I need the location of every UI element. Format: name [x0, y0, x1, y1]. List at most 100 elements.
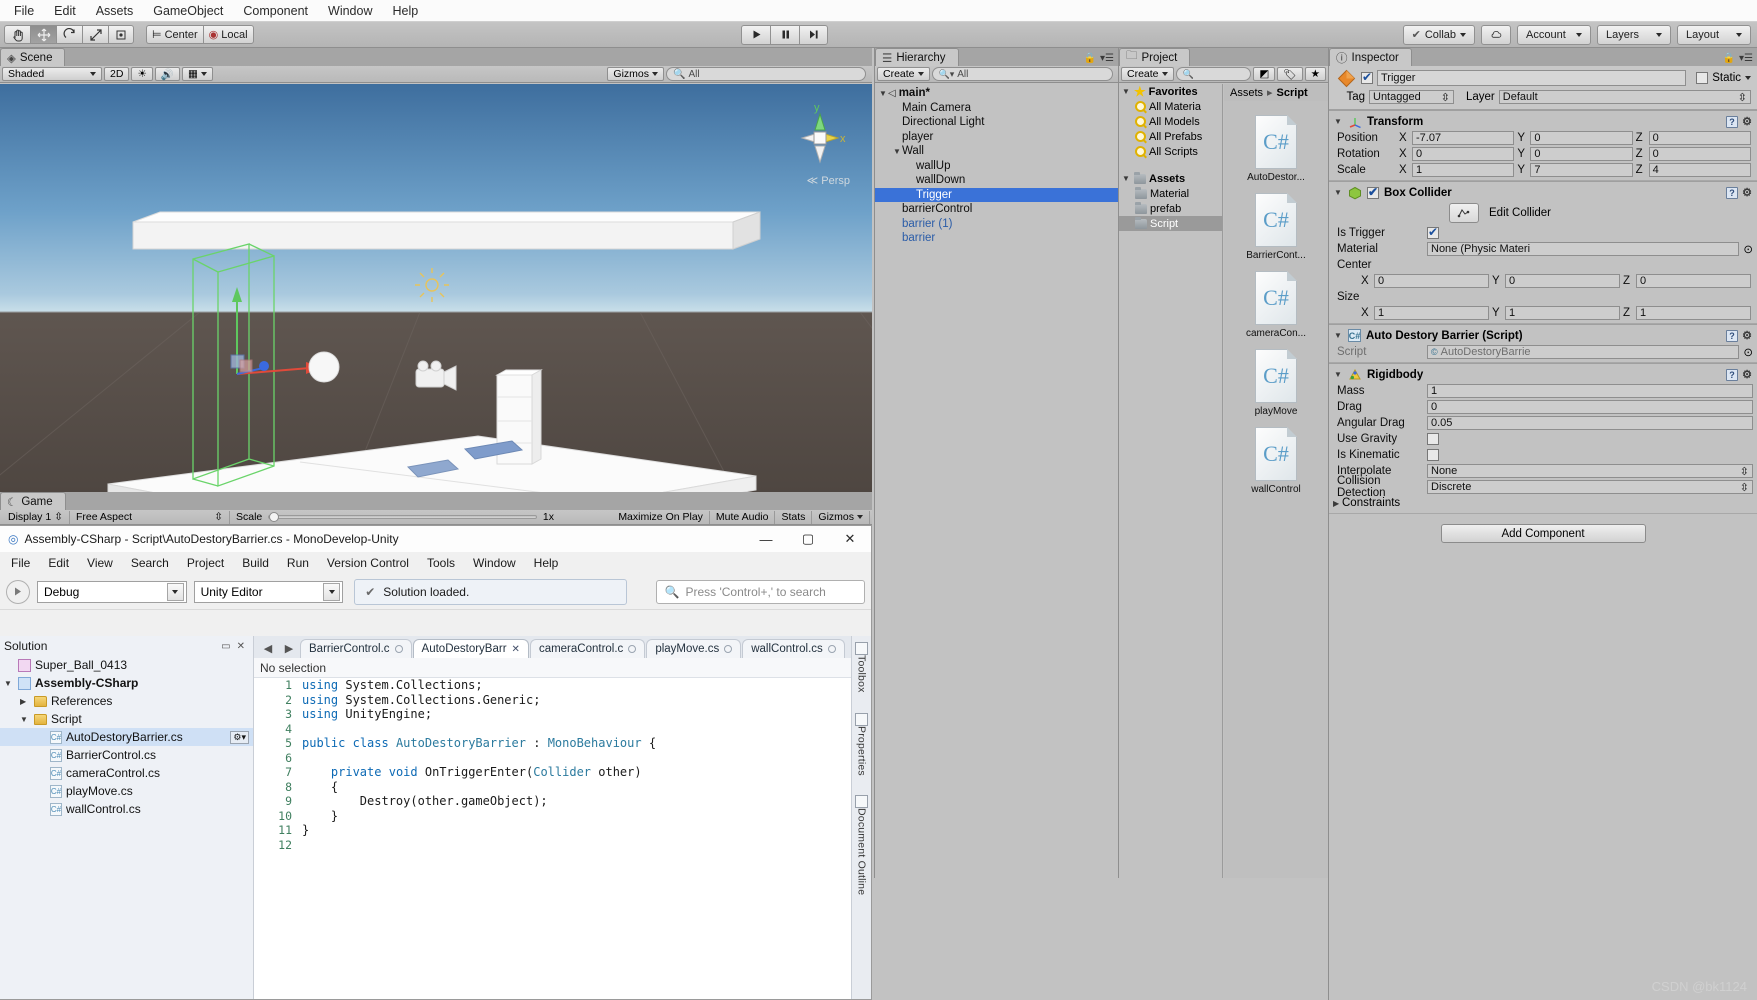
help-icon[interactable]: ?	[1726, 329, 1738, 342]
static-checkbox[interactable]	[1696, 72, 1709, 84]
interpolate-dropdown[interactable]: None ⇳	[1427, 464, 1753, 478]
hierarchy-item-wall[interactable]: ▼ Wall	[875, 144, 1118, 159]
gear-icon[interactable]: ⚙	[1741, 116, 1753, 128]
configuration-dropdown[interactable]: Debug	[36, 580, 187, 603]
hierarchy-options-icon[interactable]: ▾☰	[1100, 53, 1118, 66]
chevron-down-icon[interactable]: ▼	[1334, 188, 1343, 197]
help-icon[interactable]: ?	[1726, 115, 1738, 128]
document-outline-pad-button[interactable]: Document Outline	[855, 793, 868, 896]
project-tree-item-all-models[interactable]: All Models	[1119, 114, 1222, 129]
menu-item-window[interactable]: Window	[318, 0, 382, 22]
constraints-row[interactable]: ▶ Constraints	[1329, 495, 1757, 511]
size-x-field[interactable]: 1	[1374, 306, 1489, 320]
display-dropdown[interactable]: Display 1 ⇳	[2, 510, 70, 524]
asset-item[interactable]: C# AutoDestor...	[1224, 115, 1328, 183]
menu-item-view[interactable]: View	[78, 552, 122, 574]
shading-mode-dropdown[interactable]: Shaded	[2, 67, 102, 81]
chevron-down-icon[interactable]: ▼	[1122, 174, 1131, 183]
edit-collider-button[interactable]	[1449, 203, 1479, 223]
menu-item-window[interactable]: Window	[464, 552, 525, 574]
editor-tab-barriercontrol-c[interactable]: BarrierControl.c	[300, 639, 412, 658]
gear-icon[interactable]: ⚙	[1741, 330, 1753, 342]
menu-item-help[interactable]: Help	[525, 552, 568, 574]
scene-search-input[interactable]: 🔍 All	[666, 67, 866, 81]
lighting-toggle-button[interactable]: ☀	[131, 67, 153, 81]
properties-pad-button[interactable]: Properties	[855, 711, 868, 775]
transform-rotation-z-field[interactable]: 0	[1648, 147, 1751, 161]
solution-item-playmove-cs[interactable]: C# playMove.cs	[0, 782, 253, 800]
game-gizmos-dropdown[interactable]: Gizmos	[812, 510, 870, 524]
solution-item-script[interactable]: ▼ Script	[0, 710, 253, 728]
play-button[interactable]	[741, 24, 770, 45]
move-tool-button[interactable]	[30, 25, 56, 44]
project-tree-item-favorites[interactable]: ▼ ★ Favorites	[1119, 84, 1222, 99]
menu-item-gameobject[interactable]: GameObject	[143, 0, 233, 22]
scale-slider-track[interactable]	[268, 512, 537, 522]
material-object-field[interactable]: None (Physic Materi	[1427, 242, 1739, 256]
pause-button[interactable]	[770, 24, 799, 45]
tab-scroll-right-button[interactable]: ▶	[279, 638, 299, 658]
filter-by-label-button[interactable]: 🏷	[1277, 67, 1303, 81]
hierarchy-item-main-camera[interactable]: Main Camera	[875, 101, 1118, 116]
hierarchy-item-directional-light[interactable]: Directional Light	[875, 115, 1118, 130]
tag-dropdown[interactable]: Untagged ⇳	[1369, 90, 1454, 104]
hierarchy-item-barriercontrol[interactable]: barrierControl	[875, 202, 1118, 217]
asset-item[interactable]: C# BarrierCont...	[1224, 193, 1328, 261]
is-trigger-checkbox[interactable]	[1427, 225, 1439, 239]
account-button[interactable]: Account	[1517, 24, 1591, 45]
tab-scroll-left-button[interactable]: ◀	[258, 638, 278, 658]
box-collider-header[interactable]: ▼ Box Collider ? ⚙	[1329, 184, 1757, 201]
transform-header[interactable]: ▼ Transform ? ⚙	[1329, 113, 1757, 130]
project-tree-item-all-materia[interactable]: All Materia	[1119, 99, 1222, 114]
hand-tool-button[interactable]	[4, 25, 30, 44]
monodevelop-title-bar[interactable]: ◎ Assembly-CSharp - Script\AutoDestoryBa…	[0, 526, 871, 552]
menu-item-edit[interactable]: Edit	[39, 552, 78, 574]
chevron-down-icon[interactable]: ▼	[20, 715, 30, 724]
add-component-button[interactable]: Add Component	[1440, 524, 1646, 543]
scale-slider-group[interactable]: Scale 1x	[230, 511, 560, 524]
object-enabled-checkbox[interactable]	[1361, 70, 1373, 84]
box-collider-enabled-checkbox[interactable]	[1367, 185, 1379, 199]
hierarchy-item-trigger[interactable]: Trigger	[875, 187, 1118, 202]
editor-tab-autodestorybarr[interactable]: AutoDestoryBarr ✕	[412, 639, 529, 658]
hierarchy-item-wallup[interactable]: wallUp	[875, 159, 1118, 174]
toolbox-pad-button[interactable]: Toolbox	[855, 640, 868, 693]
hierarchy-search-input[interactable]: 🔍▾ All	[931, 67, 1113, 81]
asset-item[interactable]: C# cameraCon...	[1224, 271, 1328, 339]
hierarchy-item-player[interactable]: player	[875, 130, 1118, 145]
menu-item-file[interactable]: File	[4, 0, 44, 22]
asset-item[interactable]: C# wallControl	[1224, 427, 1328, 495]
help-icon[interactable]: ?	[1726, 186, 1738, 199]
rect-tool-button[interactable]	[108, 25, 134, 44]
collab-button[interactable]: ✔ Collab	[1402, 24, 1475, 45]
menu-item-build[interactable]: Build	[233, 552, 278, 574]
pivot-mode-button[interactable]: ⊨ Center	[146, 25, 203, 44]
breadcrumb-assets[interactable]: Assets	[1230, 87, 1263, 99]
pad-close-icon[interactable]: ✕	[237, 641, 249, 652]
tab-inspector[interactable]: ⓘ Inspector	[1329, 48, 1412, 66]
help-icon[interactable]: ?	[1726, 368, 1738, 381]
maximize-on-play-toggle[interactable]: Maximize On Play	[612, 510, 710, 524]
monodevelop-search-input[interactable]: 🔍 Press 'Control+,' to search	[655, 579, 865, 604]
menu-item-help[interactable]: Help	[382, 0, 428, 22]
menu-item-edit[interactable]: Edit	[44, 0, 86, 22]
project-tree-item-all-scripts[interactable]: All Scripts	[1119, 144, 1222, 159]
editor-tab-wallcontrol-cs[interactable]: wallControl.cs	[742, 639, 845, 658]
minimize-button[interactable]: —	[745, 526, 787, 552]
transform-position-z-field[interactable]: 0	[1648, 131, 1751, 145]
object-picker-icon[interactable]: ⊙	[1743, 345, 1753, 359]
chevron-down-icon[interactable]: ▼	[1334, 117, 1343, 126]
close-icon[interactable]: ✕	[512, 644, 520, 655]
transform-scale-y-field[interactable]: 7	[1530, 163, 1633, 177]
solution-item-wallcontrol-cs[interactable]: C# wallControl.cs	[0, 800, 253, 818]
cloud-button[interactable]	[1481, 24, 1511, 45]
chevron-right-icon[interactable]: ▶	[20, 697, 30, 706]
editor-tab-cameracontrol-c[interactable]: cameraControl.c	[529, 639, 646, 658]
menu-item-file[interactable]: File	[2, 552, 39, 574]
transform-scale-x-field[interactable]: 1	[1412, 163, 1515, 177]
perspective-label[interactable]: ≪ Persp	[807, 174, 850, 187]
transform-rotation-y-field[interactable]: 0	[1530, 147, 1633, 161]
transform-position-x-field[interactable]: -7.07	[1412, 131, 1515, 145]
project-tree-item-material[interactable]: Material	[1119, 186, 1222, 201]
gizmos-dropdown[interactable]: Gizmos	[607, 67, 664, 81]
